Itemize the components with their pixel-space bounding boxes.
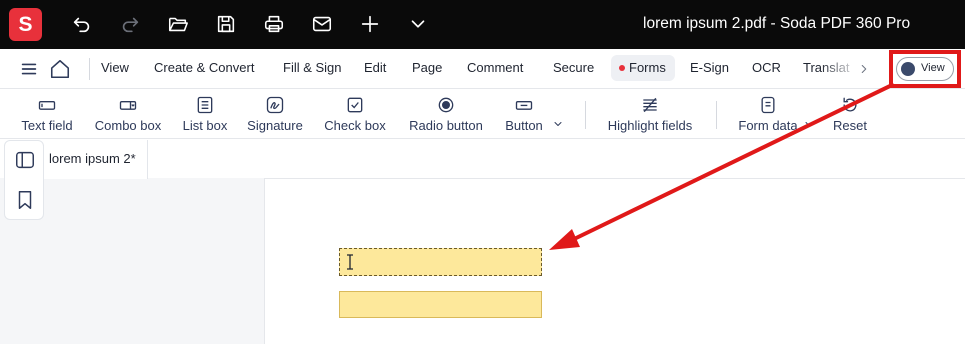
check-box-label: Check box xyxy=(324,118,386,133)
reset-icon xyxy=(843,97,857,112)
combo-box-tool[interactable]: Combo box xyxy=(91,89,165,139)
form-text-field-2[interactable] xyxy=(339,291,542,318)
chevron-down-icon[interactable] xyxy=(406,12,430,36)
bookmark-icon[interactable] xyxy=(14,189,36,211)
highlight-fields-tool[interactable]: Highlight fields xyxy=(604,89,696,139)
left-rail xyxy=(4,140,44,220)
button-tool[interactable]: Button xyxy=(501,89,547,139)
toolbar-divider xyxy=(716,101,717,129)
chevron-right-icon[interactable] xyxy=(852,57,876,81)
list-box-icon xyxy=(197,96,213,114)
print-icon[interactable] xyxy=(262,12,286,36)
menu-forms[interactable]: Forms xyxy=(629,60,666,75)
redo-icon[interactable] xyxy=(118,12,142,36)
menu-secure[interactable]: Secure xyxy=(553,60,594,75)
menu-view[interactable]: View xyxy=(101,60,129,75)
signature-label: Signature xyxy=(247,118,303,133)
combo-box-icon xyxy=(119,101,137,110)
menu-fill-sign[interactable]: Fill & Sign xyxy=(283,60,342,75)
title-bar: S lorem ipsum 2.pdf - Soda PDF 360 Pro xyxy=(0,0,965,49)
folder-open-icon[interactable] xyxy=(166,12,190,36)
button-dropdown-chevron-icon[interactable] xyxy=(552,117,564,135)
undo-icon[interactable] xyxy=(70,12,94,36)
reset-label: Reset xyxy=(833,118,867,133)
document-tab-label: lorem ipsum 2* xyxy=(49,151,136,166)
menu-edit[interactable]: Edit xyxy=(364,60,386,75)
menu-create-convert[interactable]: Create & Convert xyxy=(154,60,254,75)
mail-icon[interactable] xyxy=(310,12,334,36)
form-data-tool[interactable]: Form data xyxy=(735,89,801,139)
menu-e-sign[interactable]: E-Sign xyxy=(690,60,729,75)
text-field-label: Text field xyxy=(21,118,73,133)
highlight-fields-label: Highlight fields xyxy=(607,118,693,133)
menu-page[interactable]: Page xyxy=(412,60,442,75)
document-tab[interactable]: lorem ipsum 2* xyxy=(44,140,148,179)
text-field-tool[interactable]: Text field xyxy=(19,89,75,139)
form-data-icon xyxy=(761,96,775,114)
reset-tool[interactable]: Reset xyxy=(830,89,870,139)
list-box-tool[interactable]: List box xyxy=(181,89,229,139)
text-cursor-icon xyxy=(346,254,354,270)
button-label: Button xyxy=(505,118,543,133)
check-box-icon xyxy=(347,97,363,113)
button-icon xyxy=(515,101,533,110)
annotation-highlight-box xyxy=(889,50,961,88)
menu-ocr[interactable]: OCR xyxy=(752,60,781,75)
list-box-label: List box xyxy=(182,118,228,133)
active-indicator-dot xyxy=(619,65,625,71)
plus-icon[interactable] xyxy=(358,12,382,36)
window-title: lorem ipsum 2.pdf - Soda PDF 360 Pro xyxy=(643,15,911,32)
save-icon[interactable] xyxy=(214,12,238,36)
check-box-tool[interactable]: Check box xyxy=(322,89,388,139)
text-field-icon xyxy=(38,101,56,110)
menu-comment[interactable]: Comment xyxy=(467,60,523,75)
signature-tool[interactable]: Signature xyxy=(244,89,306,139)
form-text-field-1[interactable] xyxy=(339,248,542,276)
hamburger-menu-icon[interactable] xyxy=(17,57,41,81)
home-icon[interactable] xyxy=(48,57,72,81)
menu-bar: View Create & Convert Fill & Sign Edit P… xyxy=(0,49,965,89)
forms-toolbar: Text field Combo box List box Signature … xyxy=(0,89,965,139)
toolbar-divider xyxy=(585,101,586,129)
menu-divider xyxy=(89,58,90,80)
radio-button-icon xyxy=(438,97,454,113)
combo-box-label: Combo box xyxy=(94,118,162,133)
radio-button-tool[interactable]: Radio button xyxy=(405,89,487,139)
radio-button-label: Radio button xyxy=(409,118,483,133)
panel-toggle-icon[interactable] xyxy=(14,149,36,171)
highlight-fields-icon xyxy=(643,97,657,113)
form-data-chevron-icon[interactable] xyxy=(803,117,815,135)
app-logo[interactable]: S xyxy=(9,8,42,41)
form-data-label: Form data xyxy=(738,118,798,133)
signature-icon xyxy=(266,96,284,114)
